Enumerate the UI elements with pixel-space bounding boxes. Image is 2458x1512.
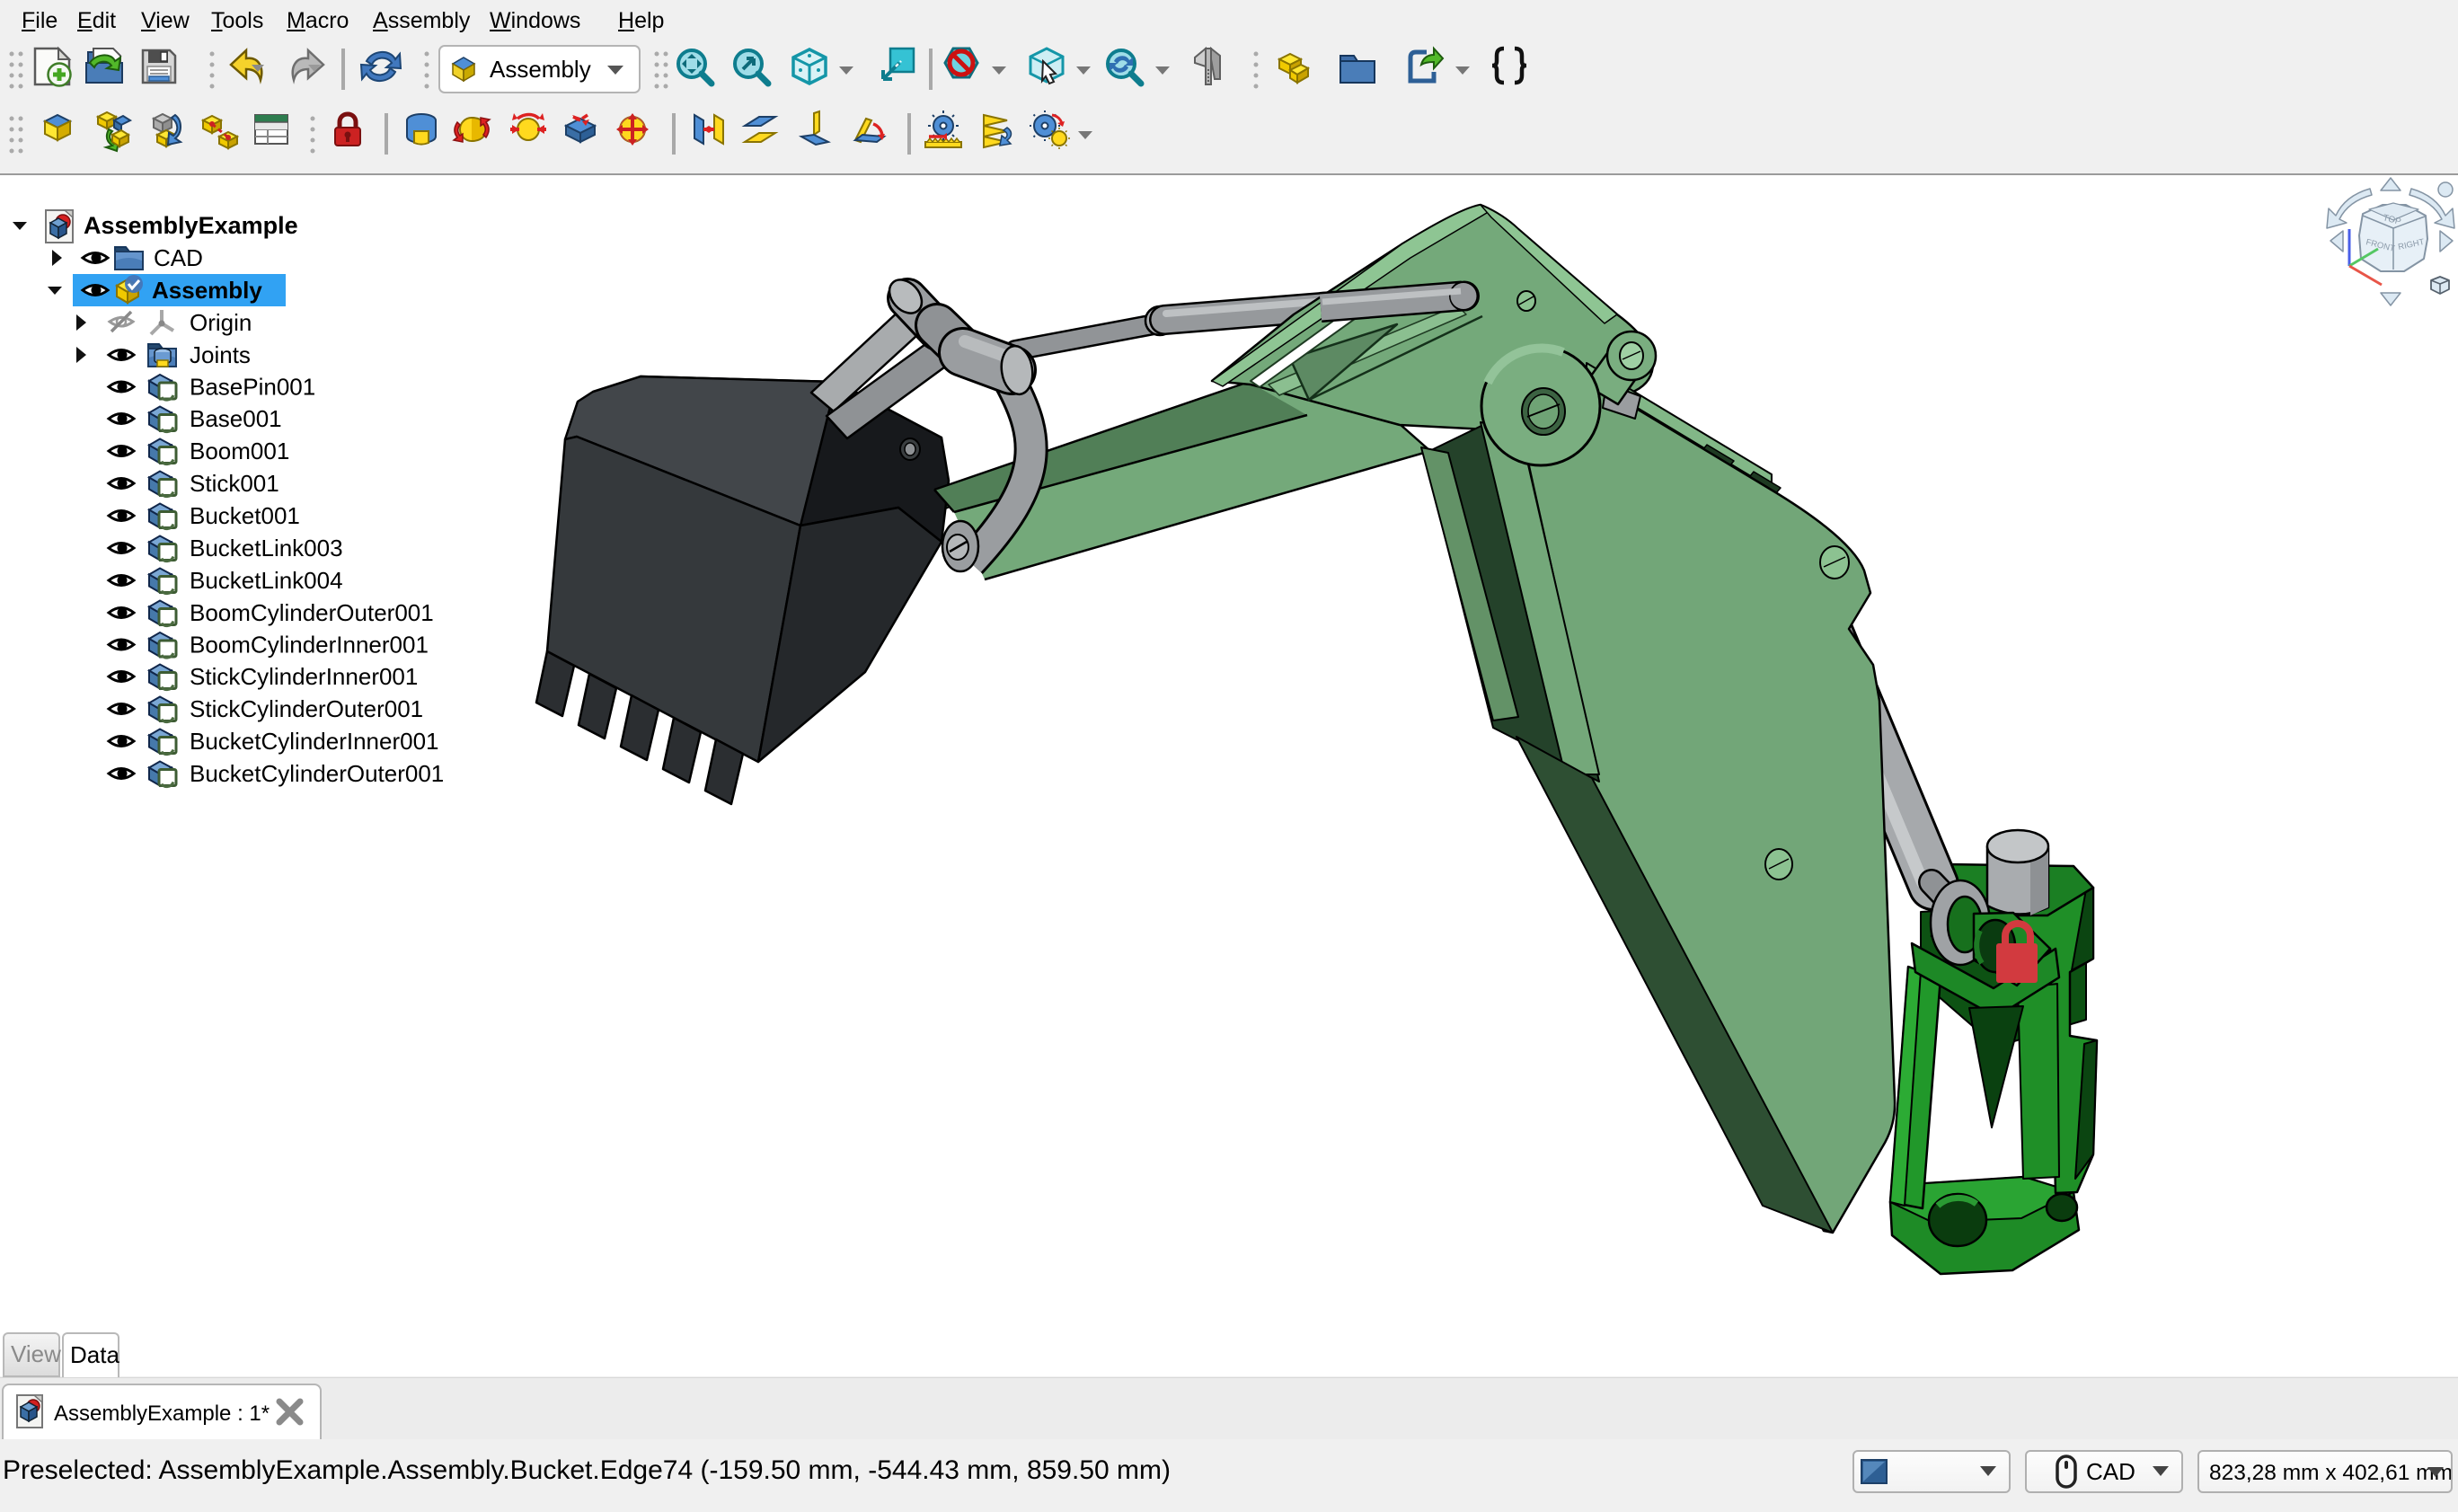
svg-text:BoomCylinderOuter001: BoomCylinderOuter001 (190, 599, 434, 626)
svg-text:Boom001: Boom001 (190, 438, 289, 464)
svg-text:Joints: Joints (190, 341, 251, 368)
svg-text:BucketCylinderInner001: BucketCylinderInner001 (190, 728, 439, 755)
svg-text:BucketCylinderOuter001: BucketCylinderOuter001 (190, 760, 444, 787)
svg-text:Bucket001: Bucket001 (190, 502, 300, 529)
svg-text:AssemblyExample : 1*: AssemblyExample : 1* (54, 1401, 270, 1426)
svg-text:823,28 mm x 402,61 mm: 823,28 mm x 402,61 mm (2209, 1461, 2451, 1485)
svg-text:Base001: Base001 (190, 405, 282, 432)
svg-text:BucketLink003: BucketLink003 (190, 535, 343, 561)
svg-text:BucketLink004: BucketLink004 (190, 567, 343, 594)
svg-text:AssemblyExample: AssemblyExample (84, 212, 298, 239)
svg-text:Stick001: Stick001 (190, 470, 279, 497)
svg-text:BoomCylinderInner001: BoomCylinderInner001 (190, 632, 429, 659)
svg-text:CAD: CAD (2086, 1458, 2135, 1485)
svg-text:StickCylinderInner001: StickCylinderInner001 (190, 663, 418, 690)
svg-text:StickCylinderOuter001: StickCylinderOuter001 (190, 695, 423, 722)
svg-text:Origin: Origin (190, 309, 252, 336)
svg-text:Assembly: Assembly (152, 277, 262, 304)
svg-text:Assembly: Assembly (490, 56, 591, 83)
svg-text:BasePin001: BasePin001 (190, 374, 315, 401)
svg-text:CAD: CAD (154, 244, 203, 271)
